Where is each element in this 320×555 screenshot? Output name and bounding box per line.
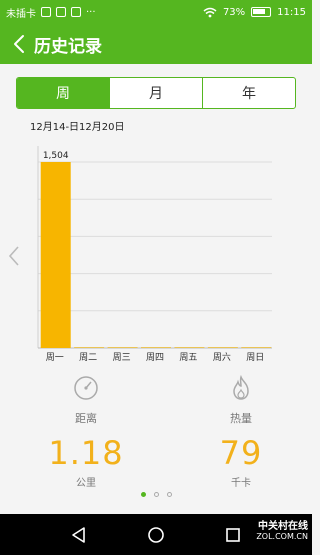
paw-icon — [56, 7, 66, 17]
chart-tick-label: 周一 — [46, 352, 64, 363]
flame-icon — [233, 374, 249, 400]
battery-percent: 73% — [222, 6, 246, 18]
status-bar: 未插卡 ··· 73% 11:15 — [0, 0, 312, 24]
distance-value: 1.18 — [48, 434, 124, 472]
circle-home-icon — [148, 526, 164, 543]
chart-bar — [107, 347, 138, 348]
page-dot[interactable] — [153, 492, 159, 497]
chevron-left-icon[interactable] — [6, 244, 22, 268]
nav-back-button[interactable] — [67, 523, 91, 547]
summary-stats: 距离 1.18 公里 热量 79 千卡 — [0, 374, 312, 489]
chart-tick-label: 周二 — [79, 352, 97, 363]
file-icon — [71, 7, 81, 17]
back-button[interactable] — [6, 24, 32, 64]
calories-stat: 热量 79 千卡 — [181, 374, 301, 489]
battery-icon — [251, 7, 272, 17]
carrier-text: 未插卡 — [6, 8, 36, 20]
usb-icon — [41, 7, 51, 17]
calories-label: 热量 — [230, 412, 252, 425]
more-notifications-icon: ··· — [86, 6, 96, 18]
chart-tick-label: 周日 — [246, 352, 264, 363]
tab-week[interactable]: 周 — [17, 78, 110, 108]
distance-label: 距离 — [75, 412, 97, 425]
chevron-left-icon — [14, 35, 24, 53]
nav-recents-button[interactable] — [221, 523, 245, 547]
chart-data-label: 1,504 — [43, 151, 69, 161]
tab-year[interactable]: 年 — [203, 78, 295, 108]
chart-tick-label: 周五 — [179, 352, 197, 363]
chart-bar — [174, 347, 205, 348]
speedometer-icon — [74, 376, 98, 400]
chart-tick-label: 周四 — [146, 352, 164, 363]
period-tabs: 周 月 年 — [16, 77, 296, 109]
calories-unit: 千卡 — [231, 478, 251, 489]
wifi-icon — [203, 7, 217, 17]
chart-bar — [207, 347, 238, 348]
chart-bar — [141, 347, 171, 348]
clock: 11:15 — [277, 6, 306, 18]
distance-stat: 距离 1.18 公里 — [26, 374, 146, 489]
chart-bar — [40, 162, 71, 348]
page-dot[interactable] — [140, 492, 146, 497]
watermark: 中关村在线 ZOL.COM.CN — [256, 522, 308, 542]
square-recents-icon — [226, 527, 241, 542]
chart-bar — [74, 347, 105, 348]
calories-value: 79 — [219, 434, 263, 472]
distance-unit: 公里 — [76, 478, 96, 489]
page-indicator — [0, 492, 312, 497]
page-dot[interactable] — [166, 492, 172, 497]
app-bar: 历史记录 — [0, 24, 312, 64]
triangle-back-icon — [71, 526, 85, 543]
steps-bar-chart: 1,504 周一 周二 周三 周四 周五 周六 周日 — [37, 146, 272, 363]
tab-month[interactable]: 月 — [110, 78, 203, 108]
nav-home-button[interactable] — [144, 523, 168, 547]
chart-bar — [241, 347, 272, 348]
chart-tick-label: 周六 — [213, 351, 231, 363]
watermark-line2: ZOL.COM.CN — [256, 532, 308, 541]
page-title: 历史记录 — [34, 36, 102, 57]
watermark-line1: 中关村在线 — [258, 521, 308, 532]
chart-tick-label: 周三 — [113, 352, 131, 363]
